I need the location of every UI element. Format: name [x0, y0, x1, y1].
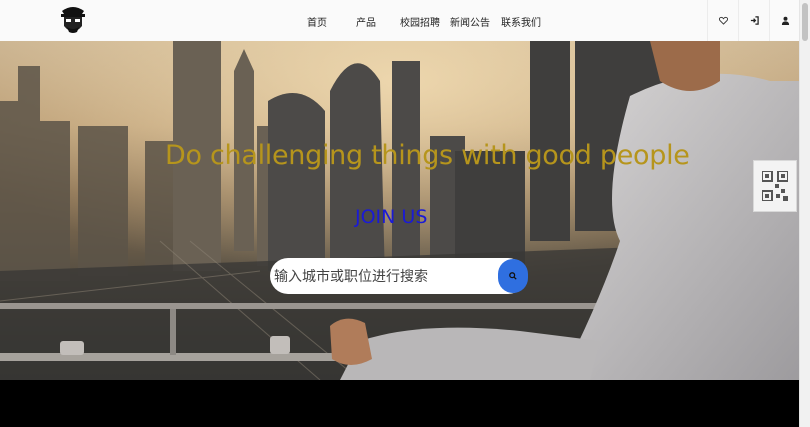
qr-code-widget[interactable]	[753, 160, 797, 212]
scrollbar-thumb[interactable]	[802, 3, 808, 41]
user-icon	[781, 16, 789, 25]
page-scrollbar[interactable]	[799, 0, 810, 427]
search-icon	[509, 272, 517, 280]
hero-headline: Do challenging things with good people	[165, 140, 690, 171]
footer-band	[0, 380, 800, 427]
qr-code-icon	[762, 171, 788, 201]
logo[interactable]	[59, 4, 87, 37]
search-button[interactable]	[498, 259, 528, 293]
nav-item-products[interactable]: 产品	[356, 14, 376, 29]
hero-banner: Do challenging things with good people J…	[0, 41, 800, 380]
join-us-link[interactable]: JOIN US	[355, 206, 427, 228]
nav-item-news[interactable]: 新闻公告	[450, 14, 490, 29]
search-input[interactable]	[272, 258, 501, 296]
login-button[interactable]	[738, 0, 769, 41]
login-icon	[750, 16, 759, 25]
user-button[interactable]	[769, 0, 800, 41]
header-icon-group	[707, 0, 800, 41]
nav-item-contact[interactable]: 联系我们	[501, 14, 541, 29]
nav-item-campus-recruitment[interactable]: 校园招聘	[400, 14, 440, 29]
favorite-button[interactable]	[707, 0, 738, 41]
heart-icon	[718, 16, 728, 25]
nav-item-home[interactable]: 首页	[307, 14, 327, 29]
search-box	[270, 258, 528, 296]
top-navbar: 首页 产品 校园招聘 新闻公告 联系我们	[0, 0, 800, 42]
